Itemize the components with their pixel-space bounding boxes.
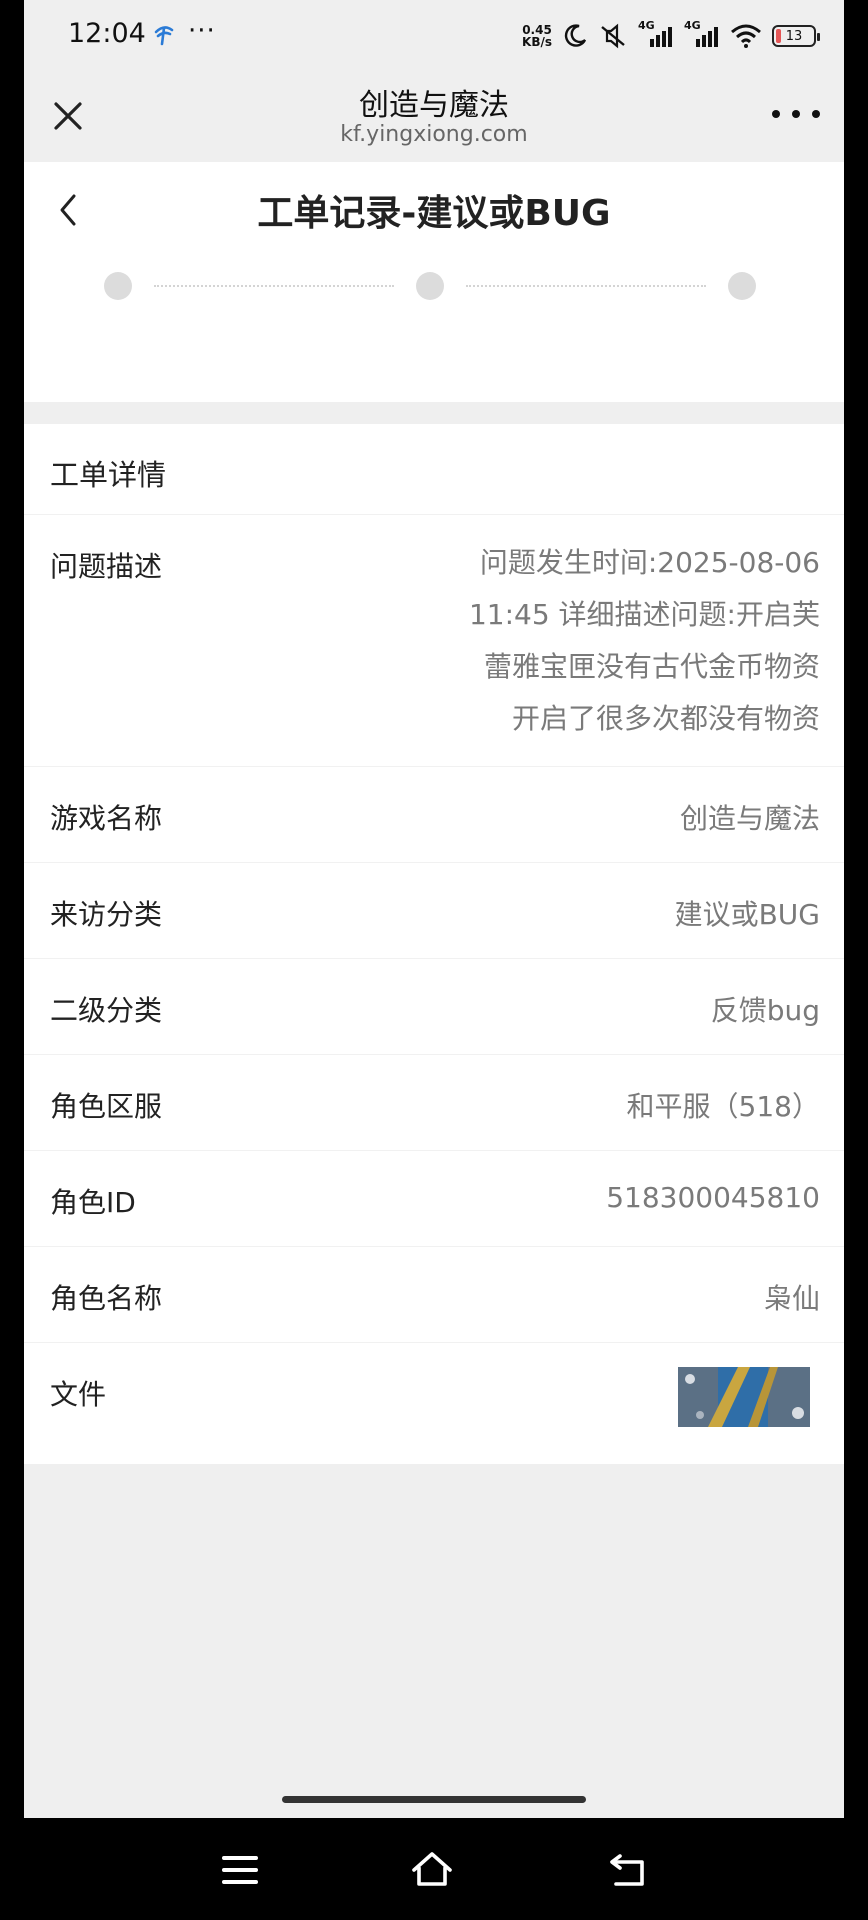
system-nav-bar	[0, 1818, 868, 1920]
phone-screen: 12:04 ··· 0.45 KB/s 4G 4G 13 创造与魔法 kf.yi…	[24, 0, 844, 1818]
row-value: 创造与魔法	[679, 802, 820, 835]
battery-percent: 13	[785, 28, 803, 44]
row-game-name: 游戏名称 创造与魔法	[24, 766, 844, 863]
row-label: 角色区服	[50, 1090, 163, 1123]
row-value: 518300045810	[606, 1181, 820, 1214]
description-line: 蕾雅宝匣没有古代金币物资	[483, 650, 820, 683]
row-role-id: 角色ID 518300045810	[24, 1150, 844, 1247]
step-dot-1	[104, 272, 132, 300]
status-more-dots: ···	[188, 16, 216, 46]
signal-1: 4G	[638, 19, 674, 49]
status-time: 12:04	[68, 18, 146, 49]
description-line: 问题发生时间:2025-08-06	[479, 546, 820, 579]
row-label: 角色ID	[50, 1186, 136, 1219]
row-label: 问题描述	[50, 550, 163, 583]
row-label: 文件	[50, 1378, 107, 1411]
description-line: 开启了很多次都没有物资	[511, 702, 820, 735]
home-indicator	[282, 1796, 586, 1803]
battery-icon: 13	[772, 25, 820, 47]
status-icons: 0.45 KB/s 4G 4G 13	[522, 19, 820, 52]
row-description: 问题描述 问题发生时间:2025-08-06 11:45 详细描述问题:开启芙 …	[24, 514, 844, 767]
row-value: 和平服（518）	[626, 1090, 820, 1123]
back-icon[interactable]	[606, 1848, 650, 1892]
description-line: 11:45 详细描述问题:开启芙	[468, 598, 820, 631]
home-icon[interactable]	[410, 1848, 454, 1892]
more-icon[interactable]	[772, 94, 820, 134]
row-value: 建议或BUG	[674, 898, 820, 931]
network-speed: 0.45 KB/s	[522, 24, 552, 48]
signal-icon	[696, 27, 718, 47]
network-speed-unit: KB/s	[522, 35, 552, 49]
signal-2: 4G	[684, 19, 720, 49]
browser-title: 创造与魔法	[359, 88, 509, 123]
ticket-details: 工单详情 问题描述 问题发生时间:2025-08-06 11:45 详细描述问题…	[24, 424, 844, 1464]
section-title: 工单详情	[50, 458, 167, 492]
description-value: 问题发生时间:2025-08-06 11:45 详细描述问题:开启芙 蕾雅宝匣没…	[420, 537, 820, 745]
menu-icon[interactable]	[218, 1848, 262, 1892]
status-bar: 12:04 ··· 0.45 KB/s 4G 4G 13	[24, 0, 844, 74]
browser-toolbar: 创造与魔法 kf.yingxiong.com	[24, 74, 844, 162]
row-value: 反馈bug	[710, 994, 820, 1027]
battery-level-fill	[776, 29, 781, 43]
row-sub-category: 二级分类 反馈bug	[24, 958, 844, 1055]
row-label: 二级分类	[50, 994, 163, 1027]
page-title: 工单记录-建议或BUG	[257, 193, 611, 234]
step-line-1	[154, 285, 394, 287]
browser-url: kf.yingxiong.com	[340, 122, 528, 147]
progress-steps	[104, 272, 764, 302]
row-label: 游戏名称	[50, 802, 163, 835]
thumbnail-image	[678, 1367, 810, 1427]
row-value: 枭仙	[763, 1282, 820, 1315]
row-file: 文件	[24, 1342, 844, 1465]
row-server: 角色区服 和平服（518）	[24, 1054, 844, 1151]
wifi-icon	[731, 24, 761, 48]
row-role-name: 角色名称 枭仙	[24, 1246, 844, 1343]
mute-icon	[601, 23, 625, 49]
more-dot	[812, 110, 820, 118]
step-dot-3	[728, 272, 756, 300]
more-dot	[772, 110, 780, 118]
attachment-thumbnail[interactable]	[678, 1367, 810, 1427]
row-visit-category: 来访分类 建议或BUG	[24, 862, 844, 959]
page-header: 工单记录-建议或BUG	[24, 162, 844, 402]
more-dot	[792, 110, 800, 118]
row-label: 来访分类	[50, 898, 163, 931]
row-label: 角色名称	[50, 1282, 163, 1315]
moon-icon	[564, 24, 587, 47]
step-dot-2	[416, 272, 444, 300]
step-line-2	[466, 285, 706, 287]
carrier-icon	[154, 26, 174, 46]
signal-icon	[650, 27, 672, 47]
